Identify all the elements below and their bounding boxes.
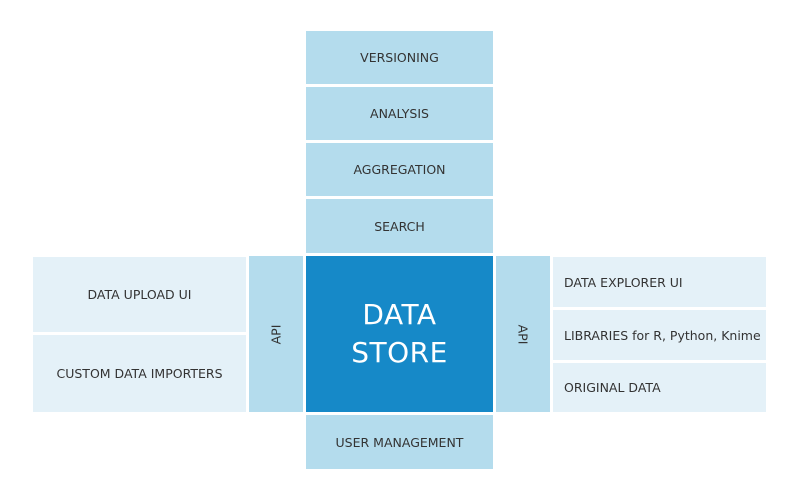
core-label-line2: STORE <box>351 336 448 369</box>
module-label: VERSIONING <box>360 50 439 65</box>
module-label: AGGREGATION <box>353 162 446 177</box>
right-api: API <box>496 256 550 412</box>
client-label: LIBRARIES for R, Python, Knime <box>564 327 761 343</box>
data-store-core: DATA STORE <box>306 256 493 412</box>
module-versioning: VERSIONING <box>306 31 493 84</box>
module-search: SEARCH <box>306 199 493 253</box>
api-label: API <box>515 324 531 344</box>
client-label: DATA EXPLORER UI <box>564 274 683 290</box>
left-api: API <box>249 256 303 412</box>
client-data-upload-ui: DATA UPLOAD UI <box>33 257 246 332</box>
client-libraries: LIBRARIES for R, Python, Knime <box>553 310 766 360</box>
api-label: API <box>268 324 284 344</box>
client-data-explorer-ui: DATA EXPLORER UI <box>553 257 766 307</box>
module-label: SEARCH <box>374 218 425 234</box>
client-label: CUSTOM DATA IMPORTERS <box>56 366 223 381</box>
client-original-data: ORIGINAL DATA <box>553 363 766 412</box>
client-label: DATA UPLOAD UI <box>87 287 192 302</box>
module-label: ANALYSIS <box>370 106 429 121</box>
client-custom-data-importers: CUSTOM DATA IMPORTERS <box>33 335 246 412</box>
module-aggregation: AGGREGATION <box>306 143 493 196</box>
module-label: USER MANAGEMENT <box>335 434 464 450</box>
module-analysis: ANALYSIS <box>306 87 493 140</box>
module-user-management: USER MANAGEMENT <box>306 415 493 469</box>
client-label: ORIGINAL DATA <box>564 380 661 395</box>
core-label-line1: DATA <box>362 298 437 331</box>
